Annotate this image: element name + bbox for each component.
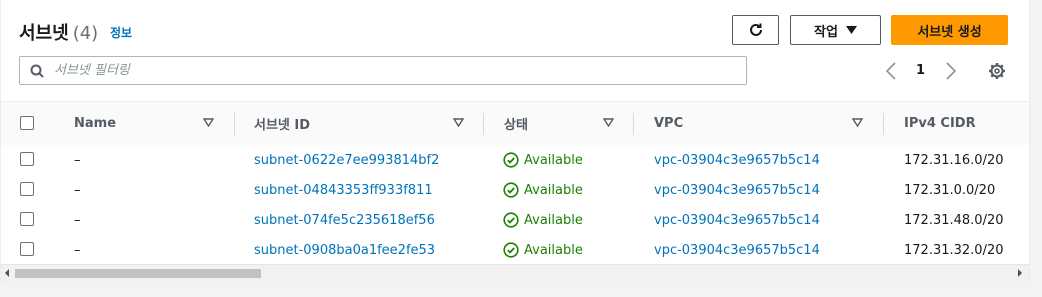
row-name: – [74, 212, 81, 228]
column-label-name: Name [74, 116, 117, 131]
chevron-left-icon[interactable] [885, 61, 897, 85]
scroll-thumb[interactable] [15, 269, 261, 278]
sort-icon[interactable] [453, 118, 464, 127]
scroll-left-arrow[interactable] [5, 269, 9, 277]
row-vpc-link[interactable]: vpc-03904c3e9657b5c14 [654, 145, 820, 175]
refresh-icon [749, 23, 762, 36]
row-name: – [74, 182, 81, 198]
search-field[interactable] [19, 56, 747, 85]
select-all-checkbox[interactable] [20, 116, 34, 130]
scroll-right-arrow[interactable] [1018, 269, 1022, 277]
search-input[interactable] [52, 62, 736, 79]
current-page[interactable]: 1 [916, 63, 925, 78]
chevron-right-icon[interactable] [945, 61, 957, 85]
status-ok-icon [503, 152, 519, 168]
caret-down-icon [845, 26, 857, 34]
row-ipv4-cidr: 172.31.0.0/20 [904, 182, 996, 198]
column-label-ipv4-cidr: IPv4 CIDR [904, 116, 976, 131]
subnets-panel: 서브넷(4) 정보 작업 서브넷 생성 1 [0, 0, 1030, 282]
table-row[interactable]: – subnet-0908ba0a1fee2fe53 Available vpc… [1, 235, 1029, 266]
column-header-subnet-id[interactable]: 서브넷 ID [254, 102, 310, 145]
row-name: – [74, 242, 81, 258]
column-header-name[interactable]: Name [74, 102, 116, 145]
row-vpc-link[interactable]: vpc-03904c3e9657b5c14 [654, 205, 820, 235]
subnet-count: (4) [72, 23, 99, 44]
status-ok-icon [503, 242, 519, 258]
page-title: 서브넷 (4) [19, 19, 98, 45]
status-badge: Available [503, 175, 583, 205]
actions-label: 작업 [814, 24, 838, 40]
row-checkbox[interactable] [20, 182, 34, 196]
column-divider [234, 113, 235, 135]
row-checkbox[interactable] [20, 242, 34, 256]
row-ipv4-cidr: 172.31.32.0/20 [904, 242, 1004, 258]
create-subnet-button[interactable]: 서브넷 생성 [891, 15, 1008, 45]
actions-button[interactable]: 작업 [790, 15, 881, 45]
pagination: 1 [881, 60, 961, 82]
status-ok-icon [503, 212, 519, 228]
status-badge: Available [503, 235, 583, 265]
row-checkbox[interactable] [20, 152, 34, 166]
table-row[interactable]: – subnet-074fe5c235618ef56 Available vpc… [1, 205, 1029, 236]
row-vpc-link[interactable]: vpc-03904c3e9657b5c14 [654, 235, 820, 265]
column-label-vpc: VPC [654, 116, 684, 131]
sort-icon[interactable] [203, 118, 214, 127]
row-subnet-id-link[interactable]: subnet-074fe5c235618ef56 [254, 205, 435, 235]
sort-icon[interactable] [852, 118, 863, 127]
status-text: Available [524, 152, 583, 168]
refresh-button[interactable] [732, 15, 779, 45]
column-header-status[interactable]: 상태 [504, 102, 528, 145]
column-label-status: 상태 [504, 118, 528, 133]
table-header: Name 서브넷 ID 상태 VPC IPv4 CIDR [1, 101, 1029, 146]
table-row[interactable]: – subnet-04843353ff933f811 Available vpc… [1, 175, 1029, 206]
info-link[interactable]: 정보 [110, 24, 132, 41]
row-subnet-id-link[interactable]: subnet-04843353ff933f811 [254, 175, 433, 205]
horizontal-scrollbar[interactable] [1, 264, 1029, 282]
row-subnet-id-link[interactable]: subnet-0622e7ee993814bf2 [254, 145, 439, 175]
status-ok-icon [503, 182, 519, 198]
status-text: Available [524, 242, 583, 258]
row-ipv4-cidr: 172.31.48.0/20 [904, 212, 1004, 228]
column-header-ipv4-cidr[interactable]: IPv4 CIDR [904, 102, 976, 145]
status-badge: Available [503, 145, 583, 175]
row-vpc-link[interactable]: vpc-03904c3e9657b5c14 [654, 175, 820, 205]
status-text: Available [524, 182, 583, 198]
column-divider [633, 113, 634, 135]
sort-icon[interactable] [603, 118, 614, 127]
column-divider [883, 113, 884, 135]
page-title-text: 서브넷 [19, 23, 69, 44]
status-badge: Available [503, 205, 583, 235]
row-name: – [74, 152, 81, 168]
column-divider [483, 113, 484, 135]
row-checkbox[interactable] [20, 212, 34, 226]
gear-icon[interactable] [988, 62, 1006, 84]
create-subnet-label: 서브넷 생성 [917, 24, 982, 40]
row-ipv4-cidr: 172.31.16.0/20 [904, 152, 1004, 168]
column-header-vpc[interactable]: VPC [654, 102, 683, 145]
search-icon [30, 64, 44, 78]
row-subnet-id-link[interactable]: subnet-0908ba0a1fee2fe53 [254, 235, 435, 265]
column-label-subnet-id: 서브넷 ID [254, 118, 311, 133]
status-text: Available [524, 212, 583, 228]
table-row[interactable]: – subnet-0622e7ee993814bf2 Available vpc… [1, 145, 1029, 176]
